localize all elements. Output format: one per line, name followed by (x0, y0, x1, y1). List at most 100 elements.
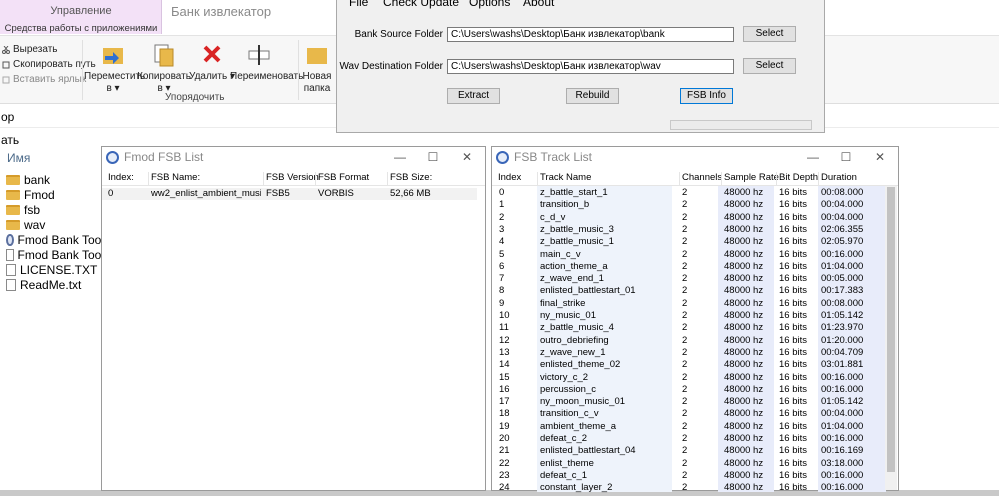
cell-channels: 2 (682, 433, 688, 444)
minimize-icon[interactable]: — (805, 150, 821, 164)
file-item[interactable]: Fmod Bank Tools (0, 247, 110, 262)
maximize-icon[interactable]: ☐ (425, 150, 441, 164)
cell-bit-depth: 16 bits (779, 371, 807, 383)
table-row[interactable]: 1 transition_b 2 48000 hz 16 bits 00:04.000 (492, 199, 884, 211)
move-to-icon (101, 42, 125, 68)
ribbon-group-label: Упорядочить (165, 92, 225, 103)
file-name: bank (24, 172, 51, 187)
wav-dest-field[interactable]: C:\Users\washs\Desktop\Банк извлекатор\w… (447, 59, 734, 74)
column-header[interactable]: FSB Name: (148, 172, 200, 185)
rename-button[interactable]: Переименовать (230, 42, 303, 83)
table-row[interactable]: 22 enlist_theme 2 48000 hz 16 bits 03:18.000 (492, 458, 884, 470)
paste-shortcut-button[interactable]: Вставить ярлык (2, 74, 86, 85)
minimize-icon[interactable]: — (392, 150, 408, 164)
table-row[interactable]: 13 z_wave_new_1 2 48000 hz 16 bits 00:04.709 (492, 347, 884, 359)
column-header[interactable]: FSB Version (263, 172, 319, 185)
fsb-list-header: Index: FSB Name: FSB Version FSB Format … (102, 171, 485, 186)
table-row[interactable]: 16 percussion_c 2 48000 hz 16 bits 00:16.000 (492, 384, 884, 396)
table-row[interactable]: 9 final_strike 2 48000 hz 16 bits 00:08.000 (492, 298, 884, 310)
cell-channels: 2 (682, 211, 688, 223)
column-header[interactable]: FSB Format (315, 172, 369, 185)
table-row[interactable]: 10 ny_music_01 2 48000 hz 16 bits 01:05.142 (492, 310, 884, 322)
file-name: LICENSE.TXT (20, 262, 98, 277)
table-row[interactable]: 11 z_battle_music_4 2 48000 hz 16 bits 01:23.… (492, 322, 884, 334)
cell-track-name: constant_layer_2 (540, 482, 613, 494)
bank-source-select-button[interactable]: Select (743, 26, 796, 42)
cell-track-name: c_d_v (540, 211, 566, 223)
cell-index: 3 (499, 223, 505, 235)
cell-duration: 00:05.000 (821, 273, 864, 285)
table-row[interactable]: 14 enlisted_theme_02 2 48000 hz 16 bits 03:01… (492, 359, 884, 371)
menu-about[interactable]: About (523, 0, 554, 9)
table-row[interactable]: 18 transition_c_v 2 48000 hz 16 bits 00:04.00… (492, 408, 884, 420)
app-icon (106, 151, 119, 164)
app-icon (6, 233, 14, 246)
close-icon[interactable]: ✕ (459, 150, 475, 164)
track-list-scrollbar[interactable] (885, 186, 897, 490)
table-row[interactable]: 4 z_battle_music_1 2 48000 hz 16 bits 02:05.9… (492, 236, 884, 248)
scrollbar-thumb[interactable] (887, 187, 895, 472)
cell-track-name: z_wave_new_1 (540, 346, 606, 358)
table-row[interactable]: 12 outro_debriefing 2 48000 hz 16 bits 01:20.… (492, 335, 884, 347)
table-row[interactable]: 8 enlisted_battlestart_01 2 48000 hz 16 bits… (492, 285, 884, 297)
cell-sample-rate: 48000 hz (724, 482, 764, 494)
cell-index: 17 (499, 396, 510, 408)
table-row[interactable]: 19 ambient_theme_a 2 48000 hz 16 bits 01:04.0… (492, 421, 884, 433)
table-row[interactable]: 0 ww2_enlist_ambient_music.a... FSB5 VOR… (102, 188, 477, 201)
table-row[interactable]: 20 defeat_c_2 2 48000 hz 16 bits 00:16.000 (492, 433, 884, 445)
cell-track-name: enlisted_theme_02 (540, 359, 621, 371)
ribbon-context-tab[interactable]: Управление Средства работы с приложениям… (0, 0, 162, 34)
file-item[interactable]: wav (0, 217, 110, 232)
cell-bit-depth: 16 bits (779, 236, 807, 248)
cell-channels: 2 (682, 310, 688, 321)
rebuild-button[interactable]: Rebuild (566, 88, 619, 104)
cell-bit-depth: 16 bits (779, 383, 807, 395)
table-row[interactable]: 6 action_theme_a 2 48000 hz 16 bits 01:04.000 (492, 261, 884, 273)
table-row[interactable]: 7 z_wave_end_1 2 48000 hz 16 bits 00:05.000 (492, 273, 884, 285)
cell-sample-rate: 48000 hz (724, 322, 764, 334)
table-row[interactable]: 2 c_d_v 2 48000 hz 16 bits 00:04.000 (492, 212, 884, 224)
cell-track-name: z_battle_music_3 (540, 223, 614, 235)
cell-sample-rate: 48000 hz (724, 260, 764, 272)
cell-track-name: enlisted_battlestart_01 (540, 285, 636, 297)
close-icon[interactable]: ✕ (872, 150, 888, 164)
table-row[interactable]: 23 defeat_c_1 2 48000 hz 16 bits 00:16.000 (492, 470, 884, 482)
column-header[interactable]: Duration (818, 172, 857, 185)
table-row[interactable]: 0 z_battle_start_1 2 48000 hz 16 bits 00:08.0… (492, 187, 884, 199)
file-item[interactable]: Fmod Bank Tools (0, 232, 110, 247)
cell-duration: 00:08.000 (821, 187, 864, 198)
column-header[interactable]: Index: (106, 172, 134, 183)
file-item[interactable]: Fmod (0, 187, 110, 202)
column-header[interactable]: Channels (679, 172, 722, 185)
table-row[interactable]: 21 enlisted_battlestart_04 2 48000 hz 16 bit… (492, 445, 884, 457)
cell-channels: 2 (682, 346, 688, 358)
folder-icon (6, 174, 20, 185)
column-header[interactable]: Index (496, 172, 521, 183)
file-item[interactable]: fsb (0, 202, 110, 217)
table-row[interactable]: 5 main_c_v 2 48000 hz 16 bits 00:16.000 (492, 249, 884, 261)
menu-file[interactable]: File (349, 0, 368, 9)
extract-button[interactable]: Extract (447, 88, 500, 104)
maximize-icon[interactable]: ☐ (838, 150, 854, 164)
cell-channels: 2 (682, 236, 688, 248)
table-row[interactable]: 24 constant_layer_2 2 48000 hz 16 bits 00:16.… (492, 482, 884, 494)
column-header[interactable]: FSB Size: (387, 172, 432, 185)
table-row[interactable]: 3 z_battle_music_3 2 48000 hz 16 bits 02:06.3… (492, 224, 884, 236)
cell-channels: 2 (682, 260, 688, 272)
table-row[interactable]: 17 ny_moon_music_01 2 48000 hz 16 bits 01:05.… (492, 396, 884, 408)
cut-button[interactable]: Вырезать (2, 44, 57, 55)
menu-options[interactable]: Options (469, 0, 510, 9)
file-item[interactable]: LICENSE.TXT (0, 262, 110, 277)
file-item[interactable]: ReadMe.txt (0, 277, 110, 292)
column-header[interactable]: Track Name (537, 172, 591, 185)
file-item[interactable]: bank (0, 172, 110, 187)
move-to-button[interactable]: Переместить в ▾ (84, 42, 145, 95)
name-column-header[interactable]: Имя (7, 151, 30, 165)
menu-check-update[interactable]: Check Update (383, 0, 459, 9)
column-header[interactable]: Bit Depth (776, 172, 818, 185)
column-header[interactable]: Sample Rate (721, 172, 779, 185)
table-row[interactable]: 15 victory_c_2 2 48000 hz 16 bits 00:16.000 (492, 372, 884, 384)
wav-dest-select-button[interactable]: Select (743, 58, 796, 74)
fsb-info-button[interactable]: FSB Info (680, 88, 733, 104)
bank-source-field[interactable]: C:\Users\washs\Desktop\Банк извлекатор\b… (447, 27, 734, 42)
